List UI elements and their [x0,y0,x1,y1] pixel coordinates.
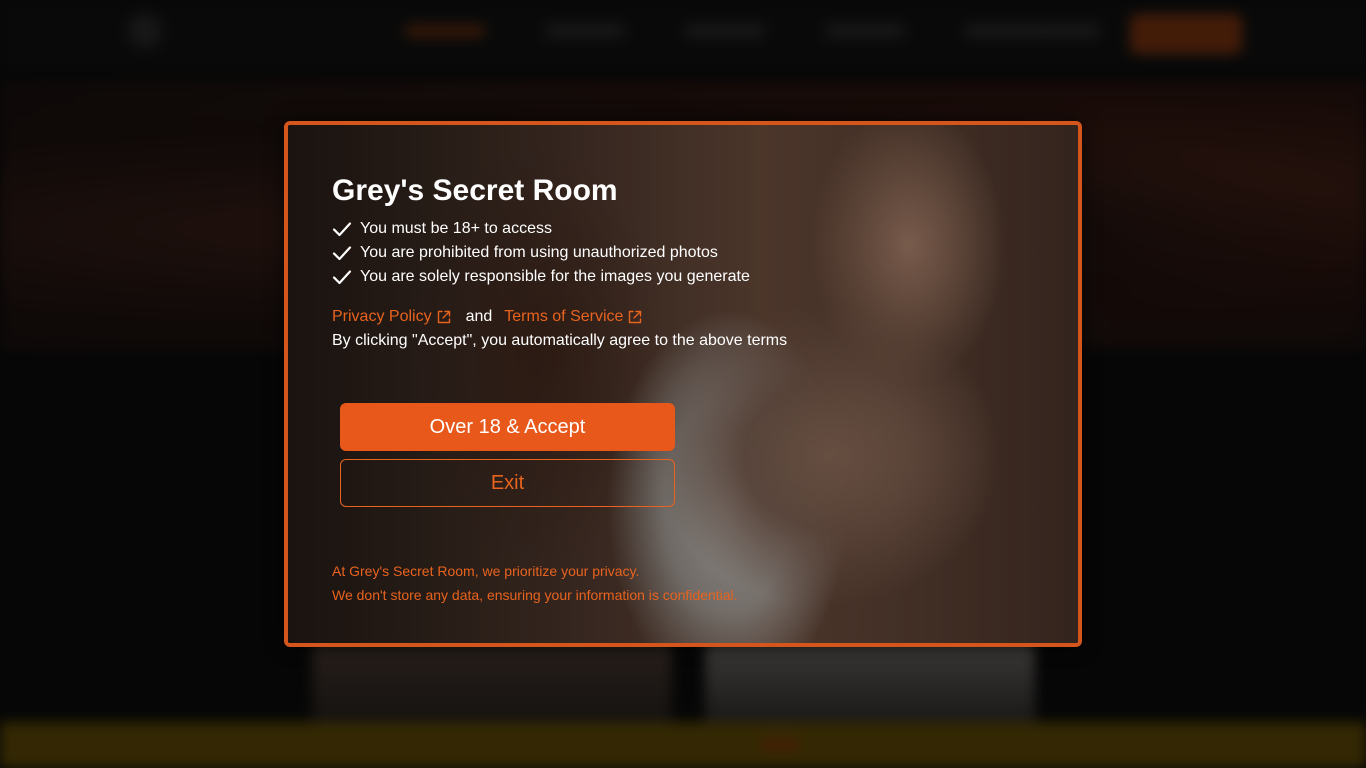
check-icon [332,221,352,237]
modal-title: Grey's Secret Room [332,174,618,207]
privacy-note-line: We don't store any data, ensuring your i… [332,587,738,603]
term-item: You are solely responsible for the image… [332,265,1038,289]
age-verification-modal: Grey's Secret Room You must be 18+ to ac… [284,121,1082,647]
privacy-note-line: At Grey's Secret Room, we prioritize you… [332,563,640,579]
and-text: and [465,308,493,325]
terms-of-service-label: Terms of Service [504,308,624,325]
check-icon [332,269,352,285]
privacy-note: At Grey's Secret Room, we prioritize you… [332,559,1038,607]
check-icon [332,245,352,261]
term-text: You must be 18+ to access [360,220,552,237]
privacy-policy-link[interactable]: Privacy Policy [332,308,452,326]
privacy-policy-label: Privacy Policy [332,308,432,325]
term-item: You must be 18+ to access [332,217,1038,241]
exit-button[interactable]: Exit [340,459,675,507]
term-item: You are prohibited from using unauthoriz… [332,241,1038,265]
modal-actions: Over 18 & Accept Exit [340,403,675,507]
modal-content: Grey's Secret Room You must be 18+ to ac… [332,171,1038,607]
external-link-icon [436,309,452,325]
term-text: You are solely responsible for the image… [360,268,750,285]
terms-list: You must be 18+ to access You are prohib… [332,217,1038,289]
agreement-text: By clicking "Accept", you automatically … [332,332,788,349]
term-text: You are prohibited from using unauthoriz… [360,244,718,261]
accept-button[interactable]: Over 18 & Accept [340,403,675,451]
terms-of-service-link[interactable]: Terms of Service [504,308,643,326]
policy-links: Privacy Policy and Terms of Service [332,305,1038,329]
external-link-icon [627,309,643,325]
